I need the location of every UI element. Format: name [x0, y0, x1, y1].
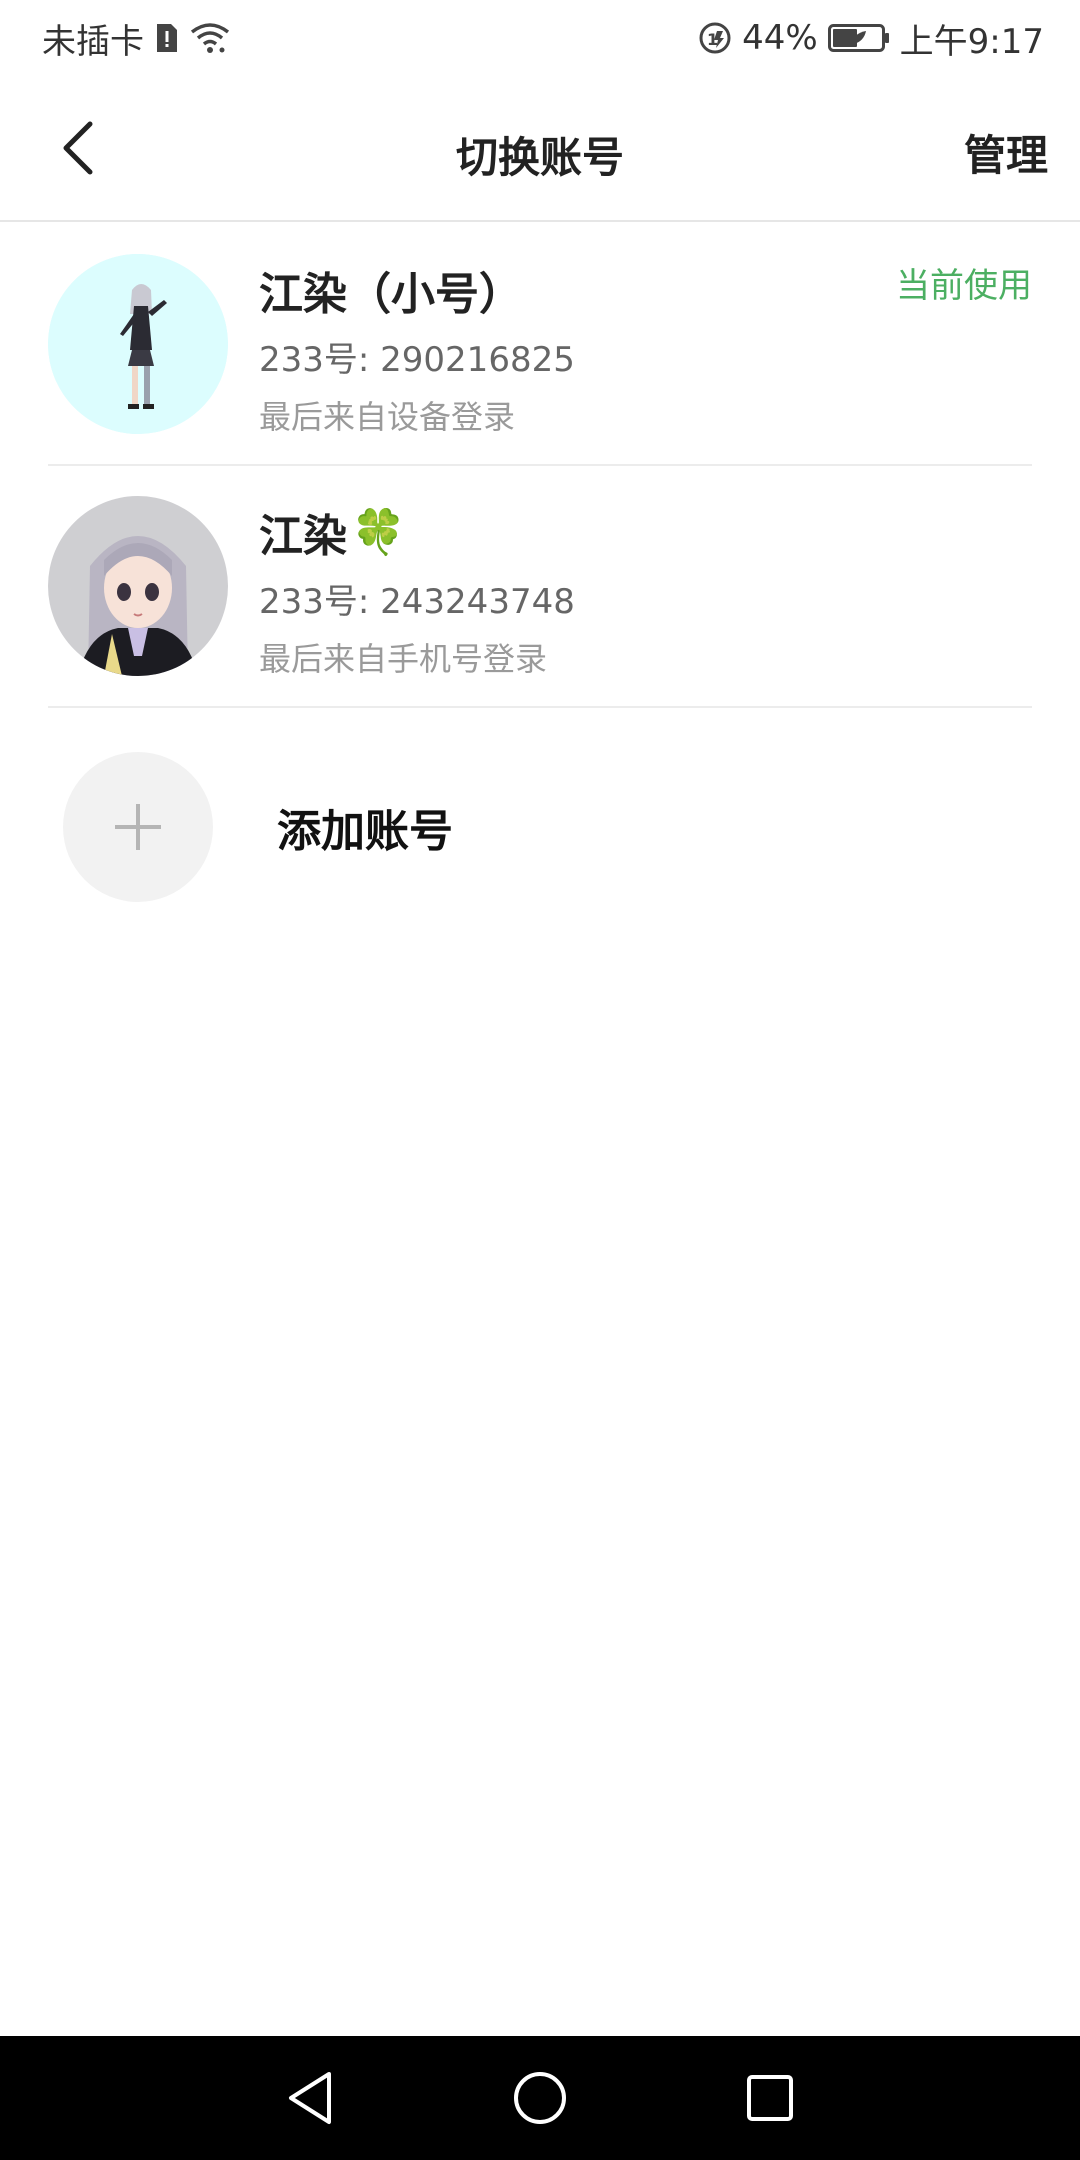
avatar — [48, 254, 228, 434]
recents-square-icon — [747, 2075, 793, 2121]
home-circle-icon — [514, 2072, 566, 2124]
account-name: 江染 🍀 — [259, 500, 406, 564]
data-saver-icon: 1 — [698, 21, 732, 55]
carrier-text: 未插卡 — [42, 21, 144, 62]
add-account-button[interactable]: 添加账号 — [63, 752, 963, 902]
account-name: 江染（小号） — [259, 258, 523, 322]
system-back-button[interactable] — [270, 2058, 350, 2138]
back-triangle-icon — [289, 2072, 331, 2124]
last-login-info: 最后来自设备登录 — [259, 398, 516, 436]
page-title: 切换账号 — [455, 133, 624, 182]
account-id: 233号: 290216825 — [259, 340, 575, 380]
account-name-text: 江染（小号） — [259, 269, 523, 320]
add-account-label: 添加账号 — [277, 806, 453, 857]
account-name-text: 江染 — [259, 511, 347, 562]
account-item-current[interactable]: 江染（小号） 233号: 290216825 最后来自设备登录 当前使用 — [48, 224, 1032, 466]
avatar — [48, 496, 228, 676]
status-right: 1 44% 上午9:17 — [698, 14, 1044, 63]
account-item[interactable]: 江染 🍀 233号: 243243748 最后来自手机号登录 — [48, 466, 1032, 708]
current-account-badge: 当前使用 — [896, 266, 1032, 306]
wifi-icon — [190, 22, 230, 54]
add-account-circle — [63, 752, 213, 902]
navigation-bar: 切换账号 管理 — [0, 76, 1080, 222]
plus-icon — [115, 804, 161, 850]
system-recents-button[interactable] — [730, 2058, 810, 2138]
switch-account-screen: 未插卡 1 44% 上午9:17 切换账号 管理 江染（小号） 233号: 29… — [0, 0, 1080, 2160]
account-id: 233号: 243243748 — [259, 582, 575, 622]
clock-text: 上午9:17 — [899, 21, 1044, 62]
system-home-button[interactable] — [500, 2058, 580, 2138]
clover-icon: 🍀 — [351, 507, 406, 558]
battery-percent: 44% — [742, 18, 818, 58]
battery-icon — [827, 23, 890, 53]
manage-button[interactable]: 管理 — [964, 122, 1048, 183]
account-list: 江染（小号） 233号: 290216825 最后来自设备登录 当前使用 江染 … — [0, 224, 1080, 708]
system-navigation-bar — [0, 2036, 1080, 2160]
last-login-info: 最后来自手机号登录 — [259, 640, 548, 678]
status-left: 未插卡 — [42, 14, 230, 63]
sim-icon — [154, 22, 180, 54]
status-bar: 未插卡 1 44% 上午9:17 — [0, 0, 1080, 76]
